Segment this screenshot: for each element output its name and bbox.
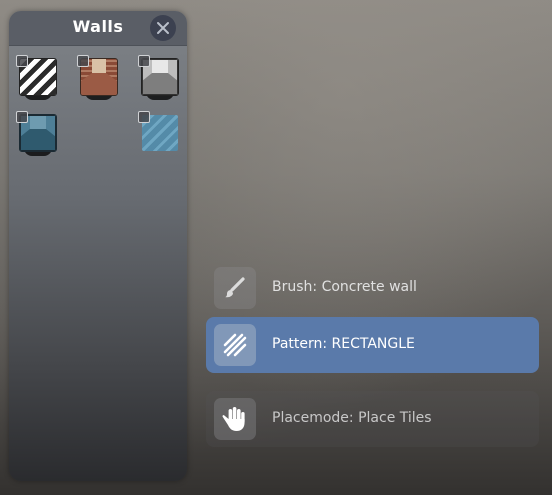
tile-blue-glass[interactable] [138,111,178,151]
placemode-button[interactable] [214,398,256,440]
brush-icon [225,277,245,298]
hatch-pattern-icon [223,333,247,357]
tile-checkbox[interactable] [16,111,28,123]
tile-brick-corridor[interactable] [77,55,118,100]
brush-row[interactable]: Brush: Concrete wall [206,260,539,316]
brush-button[interactable] [214,267,256,309]
pattern-label: Pattern: RECTANGLE [272,336,415,352]
tile-checkbox[interactable] [138,55,150,67]
tile-checkbox[interactable] [77,55,89,67]
placemode-row[interactable]: Placemode: Place Tiles [206,391,539,447]
pattern-row[interactable]: Pattern: RECTANGLE [206,317,539,373]
placemode-label: Placemode: Place Tiles [272,410,432,426]
hand-icon [222,407,245,431]
tile-blue-corridor[interactable] [16,111,57,156]
panel-header: Walls [9,11,187,46]
pattern-button[interactable] [214,324,256,366]
close-icon [157,22,169,34]
tile-gray-corridor[interactable] [138,55,179,100]
close-button[interactable] [150,15,176,41]
tile-striped-wall[interactable] [16,55,57,100]
tile-checkbox[interactable] [16,55,28,67]
walls-panel: Walls [9,11,187,481]
tile-checkbox[interactable] [138,111,150,123]
brush-label: Brush: Concrete wall [272,279,417,295]
